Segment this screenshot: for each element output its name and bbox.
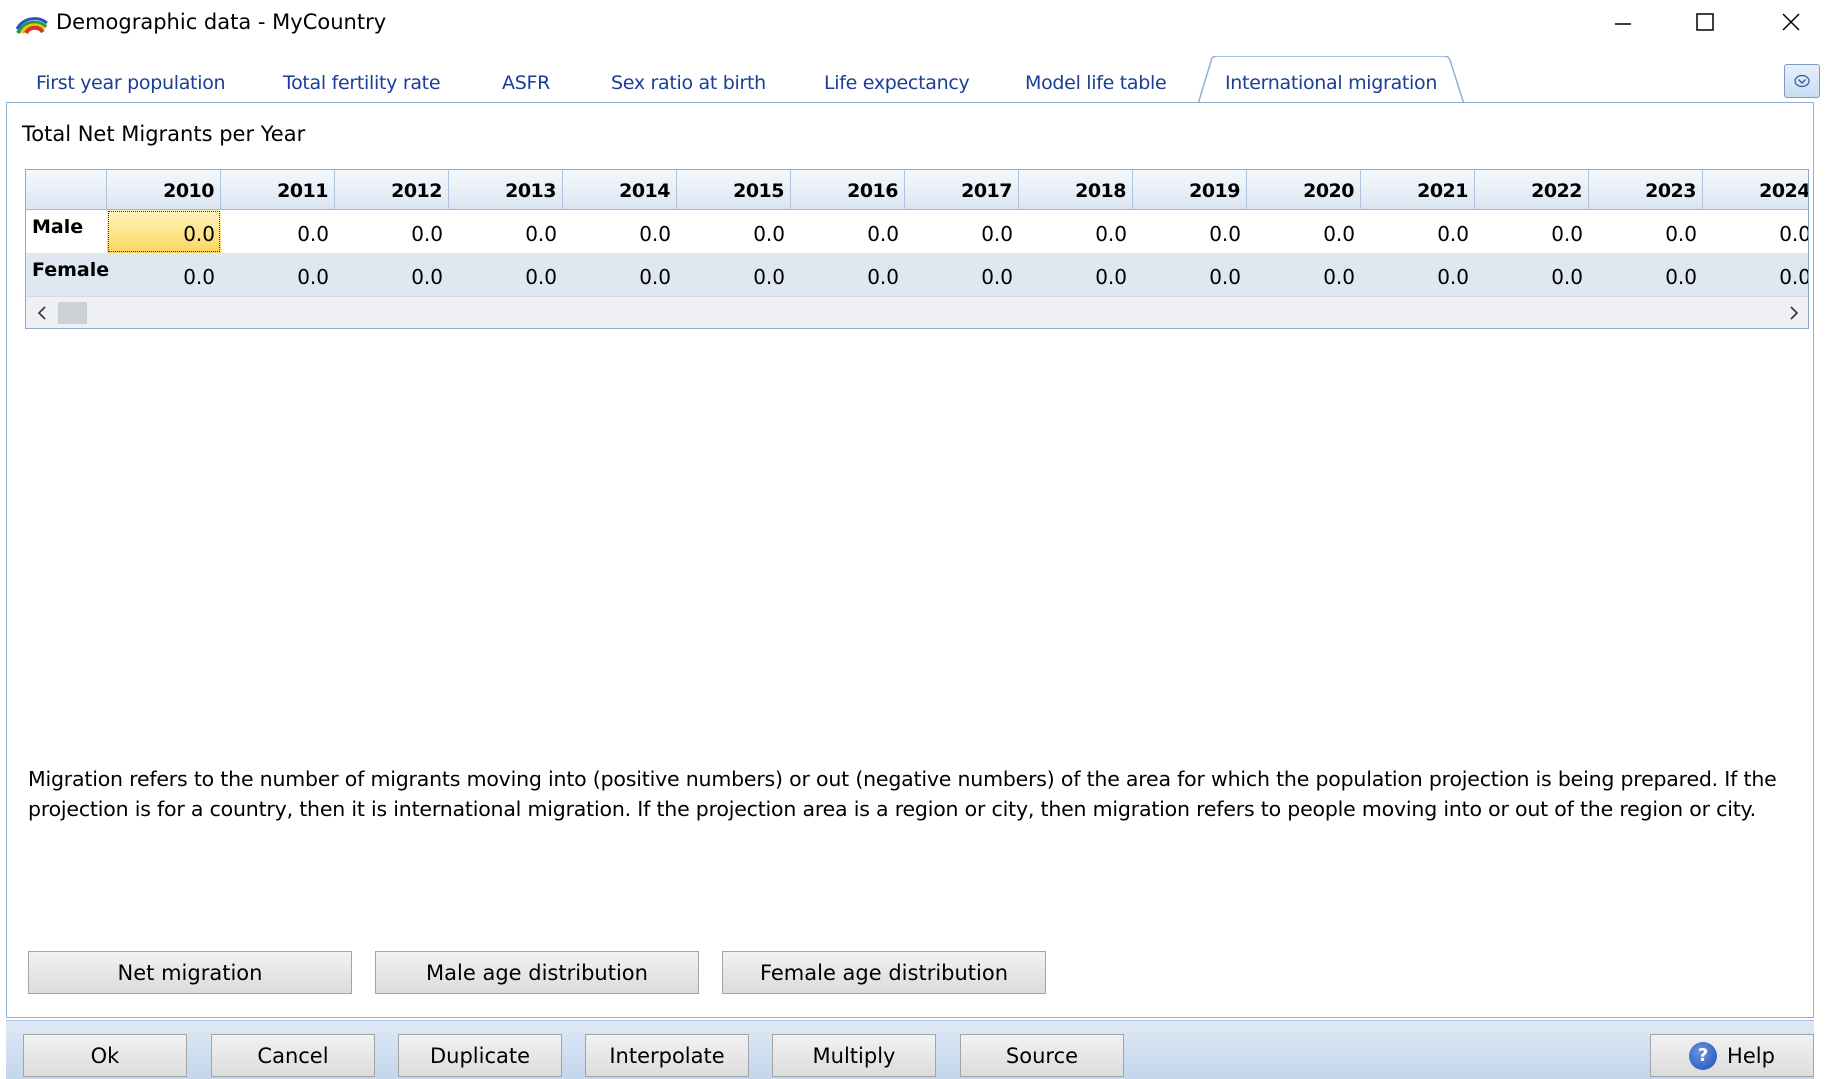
chevron-down-icon: [1794, 74, 1810, 88]
grid-cell[interactable]: 0.0: [677, 253, 791, 296]
tab-model-life-table[interactable]: Model life table: [1025, 72, 1167, 94]
title-bar: Demographic data - MyCountry: [0, 0, 1833, 46]
scroll-left-button[interactable]: [26, 297, 58, 328]
tab-sex-ratio-at-birth[interactable]: Sex ratio at birth: [611, 72, 766, 94]
grid-cell[interactable]: 0.0: [677, 210, 791, 253]
maximize-icon: [1696, 13, 1714, 31]
column-header[interactable]: 2010: [107, 170, 221, 210]
grid-cell[interactable]: 0.0: [1133, 253, 1247, 296]
help-icon: ?: [1689, 1041, 1718, 1070]
migration-description: Migration refers to the number of migran…: [28, 767, 1777, 821]
grid-cell[interactable]: 0.0: [1589, 210, 1703, 253]
source-button[interactable]: Source: [960, 1034, 1124, 1077]
grid-cell[interactable]: 0.0: [335, 253, 449, 296]
panel-title: Total Net Migrants per Year: [22, 122, 306, 146]
female-age-distribution-button[interactable]: Female age distribution: [722, 951, 1046, 994]
scroll-thumb[interactable]: [58, 302, 87, 324]
column-header[interactable]: 2024: [1703, 170, 1808, 210]
grid-cell[interactable]: 0.0: [449, 253, 563, 296]
duplicate-button[interactable]: Duplicate: [398, 1034, 562, 1077]
cancel-button[interactable]: Cancel: [211, 1034, 375, 1077]
grid-cell[interactable]: 0.0: [1019, 253, 1133, 296]
column-header[interactable]: 2022: [1475, 170, 1589, 210]
column-header[interactable]: 2020: [1247, 170, 1361, 210]
grid-cell[interactable]: 0.0: [791, 253, 905, 296]
grid-cell[interactable]: 0.0: [449, 210, 563, 253]
maximize-button[interactable]: [1671, 0, 1739, 44]
column-header[interactable]: 2015: [677, 170, 791, 210]
grid-cell[interactable]: 0.0: [1361, 210, 1475, 253]
tab-total-fertility-rate[interactable]: Total fertility rate: [283, 72, 441, 94]
column-header[interactable]: 2021: [1361, 170, 1475, 210]
table-row-male: Male 0.0 0.0 0.0 0.0 0.0 0.0 0.0 0.0 0.0…: [26, 210, 1808, 253]
minimize-icon: [1615, 23, 1631, 25]
app-rainbow-icon: [16, 17, 48, 35]
grid-cell[interactable]: 0.0: [221, 253, 335, 296]
help-label: Help: [1727, 1043, 1775, 1068]
column-header[interactable]: 2023: [1589, 170, 1703, 210]
column-header[interactable]: 2019: [1133, 170, 1247, 210]
grid-cell[interactable]: 0.0: [905, 210, 1019, 253]
tab-first-year-population[interactable]: First year population: [36, 72, 226, 94]
column-header[interactable]: 2014: [563, 170, 677, 210]
male-age-distribution-button[interactable]: Male age distribution: [375, 951, 699, 994]
chevron-left-icon: [37, 306, 46, 320]
grid-cell[interactable]: 0.0: [905, 253, 1019, 296]
horizontal-scrollbar[interactable]: [26, 296, 1808, 328]
grid-cell[interactable]: 0.0: [563, 253, 677, 296]
tab-asfr[interactable]: ASFR: [502, 72, 550, 94]
help-button[interactable]: ? Help: [1650, 1034, 1814, 1077]
chevron-right-icon: [1790, 306, 1799, 320]
grid-corner: [26, 170, 107, 210]
grid-cell[interactable]: 0.0: [1019, 210, 1133, 253]
grid-cell[interactable]: 0.0: [1475, 253, 1589, 296]
grid-cell[interactable]: 0.0: [563, 210, 677, 253]
close-button[interactable]: [1757, 0, 1825, 44]
grid-cell[interactable]: 0.0: [1361, 253, 1475, 296]
column-header[interactable]: 2017: [905, 170, 1019, 210]
grid-header-row: 2010 2011 2012 2013 2014 2015 2016 2017 …: [26, 170, 1808, 210]
grid-cell[interactable]: 0.0: [1247, 210, 1361, 253]
grid-cell[interactable]: 0.0: [1475, 210, 1589, 253]
grid-cell[interactable]: 0.0: [1703, 253, 1808, 296]
grid-cell-selected[interactable]: 0.0: [107, 210, 221, 253]
row-header[interactable]: Female: [26, 253, 109, 296]
tab-life-expectancy[interactable]: Life expectancy: [824, 72, 970, 94]
multiply-button[interactable]: Multiply: [772, 1034, 936, 1077]
column-header[interactable]: 2018: [1019, 170, 1133, 210]
column-header[interactable]: 2016: [791, 170, 905, 210]
scroll-right-button[interactable]: [1778, 297, 1808, 328]
grid-cell[interactable]: 0.0: [107, 253, 221, 296]
grid-cell[interactable]: 0.0: [1133, 210, 1247, 253]
column-header[interactable]: 2013: [449, 170, 563, 210]
window-title: Demographic data - MyCountry: [56, 10, 387, 34]
grid-cell[interactable]: 0.0: [1703, 210, 1808, 253]
tab-list-dropdown-button[interactable]: [1784, 64, 1820, 98]
ok-button[interactable]: Ok: [23, 1034, 187, 1077]
tab-strip: First year population Total fertility ra…: [0, 56, 1833, 104]
column-header[interactable]: 2012: [335, 170, 449, 210]
grid-cell[interactable]: 0.0: [791, 210, 905, 253]
net-migration-button[interactable]: Net migration: [28, 951, 352, 994]
grid-cell[interactable]: 0.0: [335, 210, 449, 253]
column-header[interactable]: 2011: [221, 170, 335, 210]
grid-cell[interactable]: 0.0: [1247, 253, 1361, 296]
grid-cell[interactable]: 0.0: [221, 210, 335, 253]
close-icon: [1782, 13, 1800, 31]
table-row-female: Female 0.0 0.0 0.0 0.0 0.0 0.0 0.0 0.0 0…: [26, 253, 1808, 296]
interpolate-button[interactable]: Interpolate: [585, 1034, 749, 1077]
tab-international-migration[interactable]: International migration: [1225, 72, 1437, 94]
grid-cell[interactable]: 0.0: [1589, 253, 1703, 296]
minimize-button[interactable]: [1589, 0, 1657, 44]
row-header[interactable]: Male: [26, 210, 107, 253]
migration-grid[interactable]: 2010 2011 2012 2013 2014 2015 2016 2017 …: [25, 169, 1809, 329]
